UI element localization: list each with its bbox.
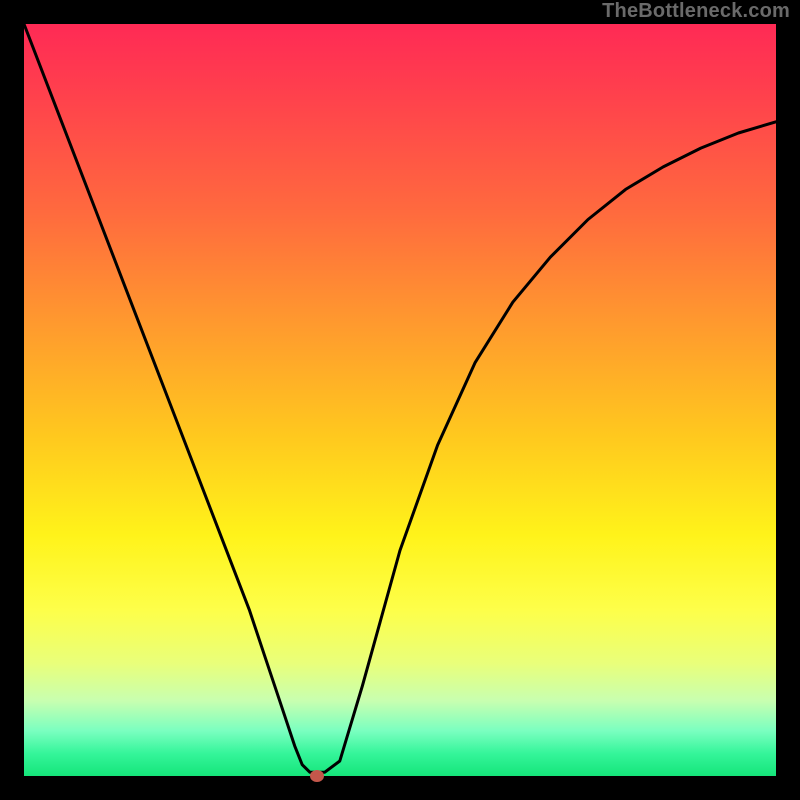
plot-area bbox=[24, 24, 776, 776]
watermark-text: TheBottleneck.com bbox=[602, 0, 790, 23]
bottleneck-curve bbox=[24, 24, 776, 772]
curve-svg bbox=[24, 24, 776, 776]
optimal-marker bbox=[310, 770, 324, 782]
chart-frame: TheBottleneck.com bbox=[0, 0, 800, 800]
